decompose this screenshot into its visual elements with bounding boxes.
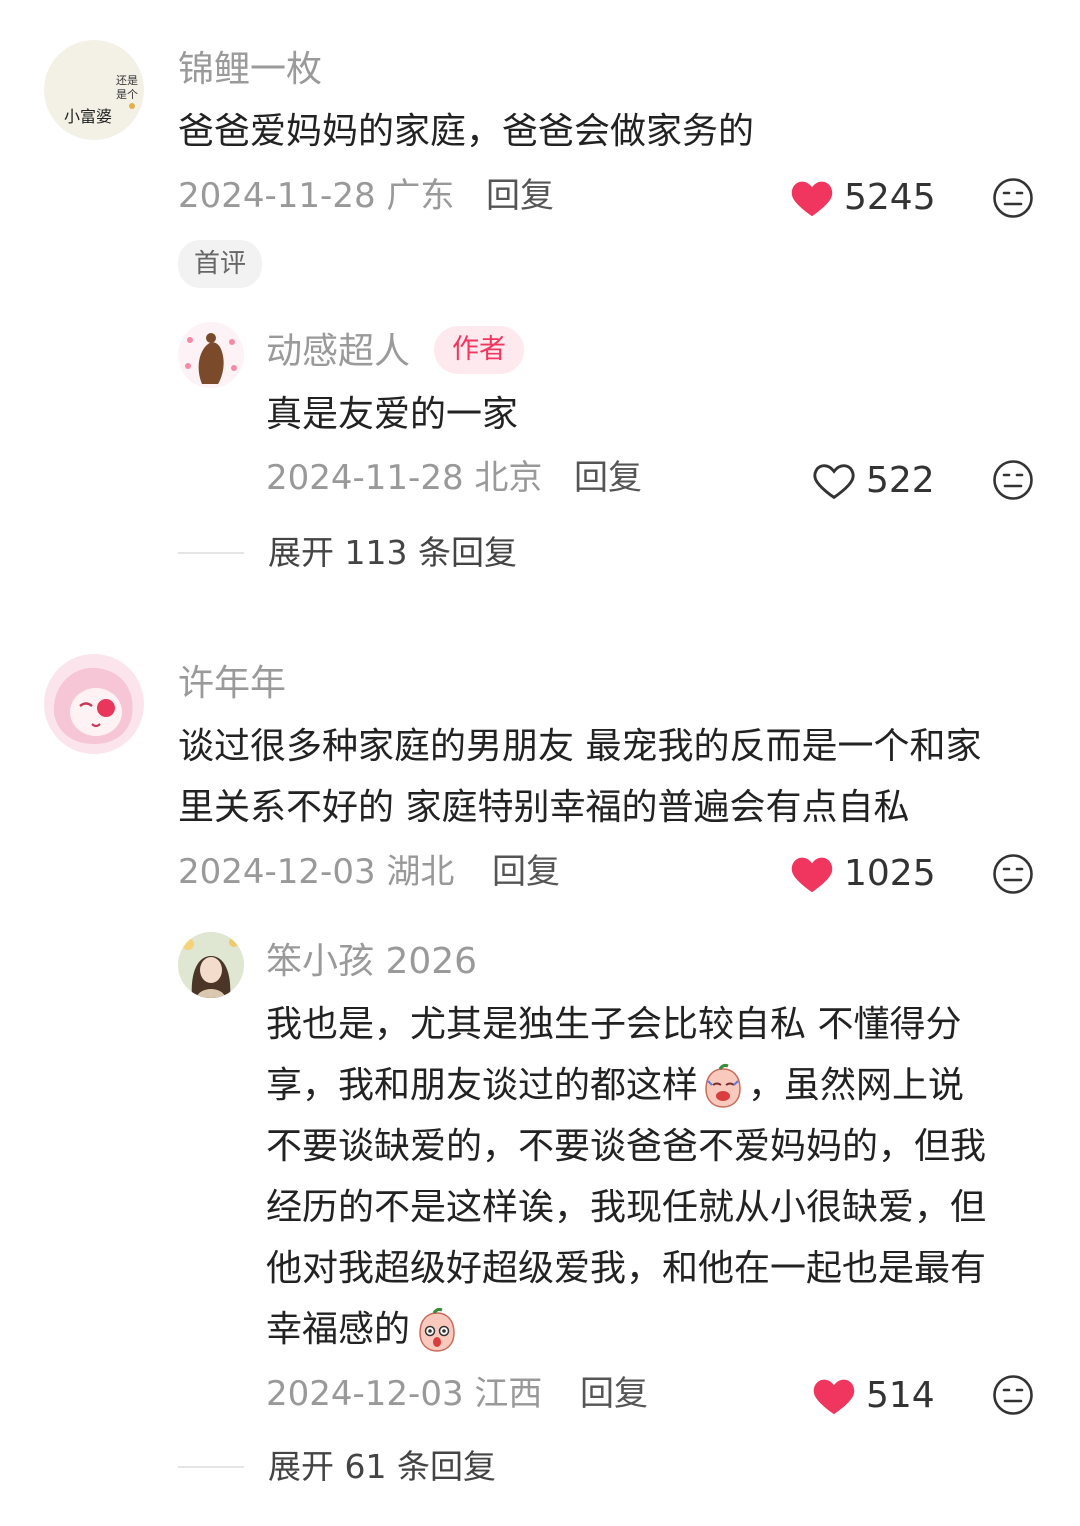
avatar-image [182,937,239,998]
expand-replies-label: 展开 113 条回复 [268,533,517,572]
heart-icon [813,1379,855,1415]
reply-text-line-3: 不要谈缺爱的，不要谈爸爸不爱妈妈的，但我 [266,1126,987,1167]
author-badge: 作者 [434,326,524,374]
neutral-face-icon[interactable] [992,177,1034,219]
like-button[interactable]: 1025 [790,852,936,896]
comment-text-line-1: 谈过很多种家庭的男朋友 最宠我的反而是一个和家 [178,726,982,767]
like-count: 522 [866,460,935,501]
comment-date-location: 2024-11-28 广东 [178,176,455,216]
reply-button[interactable]: 回复 [486,176,554,216]
like-count: 5245 [844,177,936,218]
reply-username[interactable]: 动感超人 [266,332,410,372]
neutral-face-icon[interactable] [992,459,1034,501]
divider [178,552,244,554]
neutral-face-icon[interactable] [992,1374,1034,1416]
like-button[interactable]: 522 [812,459,935,503]
comment-username[interactable]: 锦鲤一枚 [178,50,322,90]
avatar[interactable] [178,322,244,388]
reply-date-location: 2024-12-03 江西 [266,1374,543,1414]
comment-username[interactable]: 许年年 [178,664,286,704]
avatar-text-2: 是个 [116,88,138,101]
reply-username[interactable]: 笨小孩 2026 [266,942,477,982]
reply-text: 真是友爱的一家 [266,394,519,435]
comment-text: 爸爸爱妈妈的家庭，爸爸会做家务的 [178,111,755,152]
reply-button[interactable]: 回复 [492,852,560,892]
avatar-image: 还是 是个 小富婆 [64,74,138,126]
reply-text-segment: 享，我和朋友谈过的都这样 [266,1065,699,1106]
heart-icon [791,181,833,217]
expand-replies-button[interactable]: 展开 61 条回复 [178,1447,496,1487]
reply-text-segment: 幸福感的 [266,1309,411,1350]
reply-text-line-5: 他对我超级好超级爱我，和他在一起也是最有 [266,1248,987,1289]
avatar-text-3: 小富婆 [64,107,112,126]
divider [178,1466,244,1468]
like-button[interactable]: 5245 [790,176,936,220]
avatar[interactable]: 还是 是个 小富婆 [44,40,144,140]
avatar[interactable] [178,932,244,998]
surprised-emoji-icon [419,1307,455,1352]
expand-replies-label: 展开 61 条回复 [268,1447,496,1486]
comment-date-location: 2024-12-03 湖北 [178,852,455,892]
like-count: 514 [866,1375,935,1416]
comment-text-line-2: 里关系不好的 家庭特别幸福的普遍会有点自私 [178,787,910,828]
avatar-image [185,333,237,384]
reply-text-line-6: 幸福感的 [266,1299,460,1360]
expand-replies-button[interactable]: 展开 113 条回复 [178,533,517,573]
avatar[interactable] [44,654,144,754]
reply-button[interactable]: 回复 [580,1374,648,1414]
like-count: 1025 [844,853,936,894]
avatar-text-1: 还是 [116,74,138,87]
reply-date-location: 2024-11-28 北京 [266,458,543,498]
reply-text-segment: ，虽然网上说 [748,1065,965,1106]
avatar-image [53,667,133,744]
reply-text-line-2: 享，我和朋友谈过的都这样 ，虽然网上说 [266,1055,964,1116]
neutral-face-icon[interactable] [992,853,1034,895]
crying-emoji-icon [705,1063,741,1108]
heart-icon [791,857,833,893]
like-button[interactable]: 514 [812,1374,935,1418]
reply-text-line-1: 我也是，尤其是独生子会比较自私 不懂得分 [266,1004,962,1045]
first-comment-badge: 首评 [178,240,263,288]
reply-button[interactable]: 回复 [574,458,642,498]
reply-text-line-4: 经历的不是这样诶，我现任就从小很缺爱，但 [266,1187,987,1228]
heart-outline-icon [813,464,855,500]
